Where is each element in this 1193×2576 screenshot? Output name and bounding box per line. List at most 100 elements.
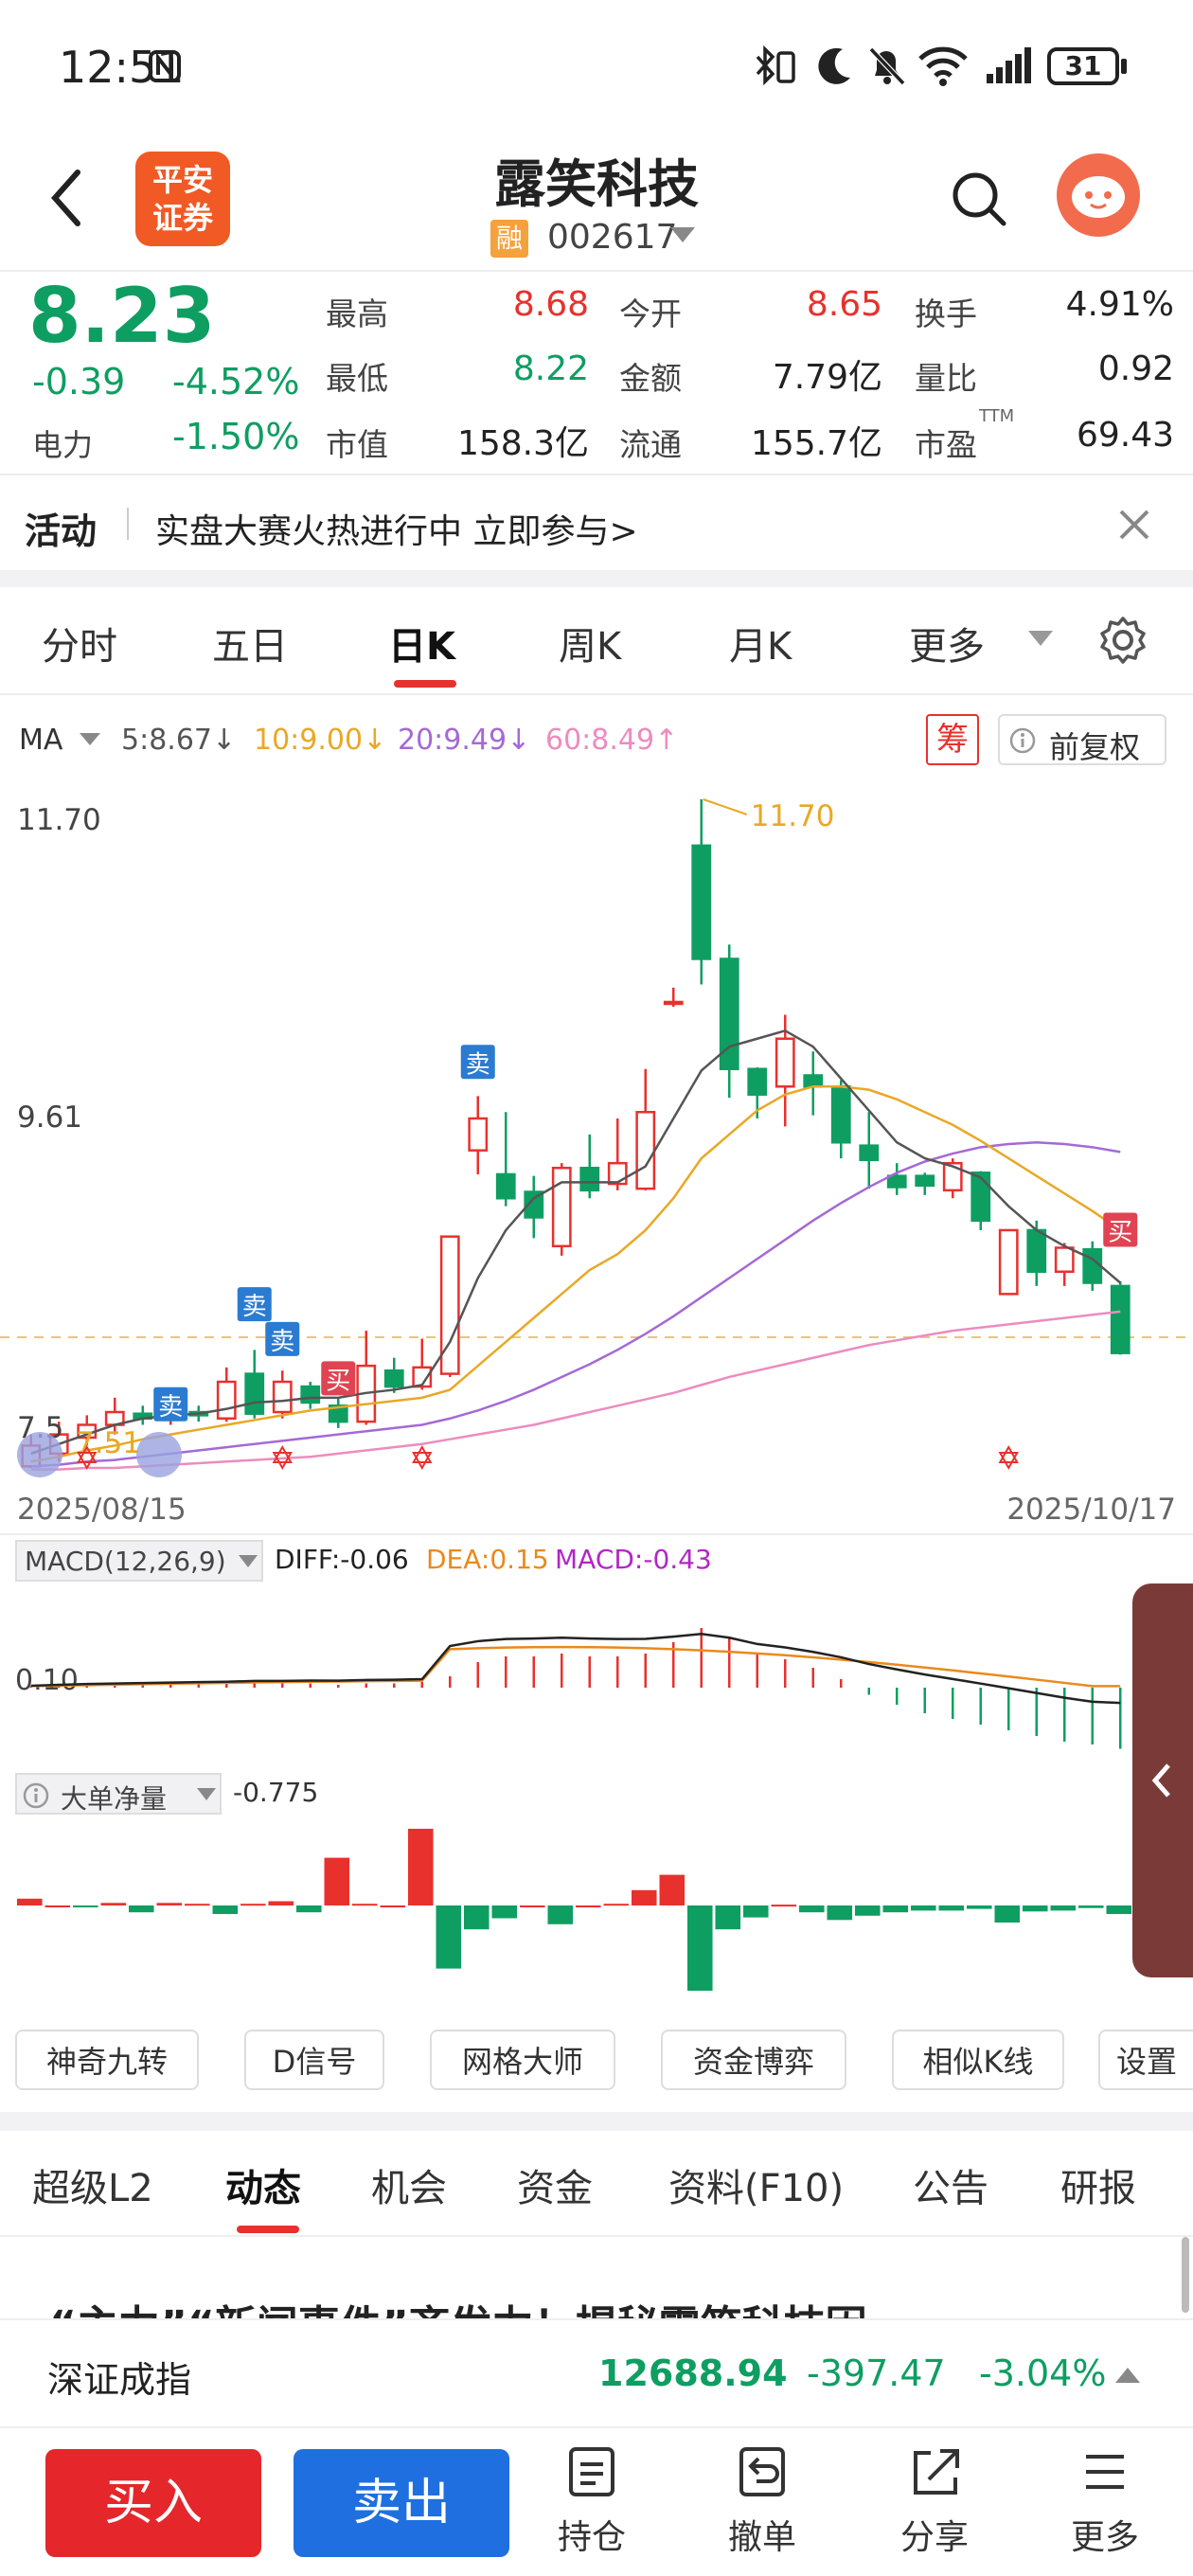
candle-body (970, 1172, 991, 1223)
bottom-tab-indicator (237, 2226, 299, 2233)
expand-up-icon[interactable] (1115, 2368, 1140, 2385)
tab-super-l2[interactable]: 超级L2 (32, 2157, 153, 2212)
tab-opportunity[interactable]: 机会 (371, 2157, 447, 2212)
share-button[interactable]: 分享 (892, 2445, 977, 2559)
ma-title[interactable]: MA (19, 724, 62, 757)
tab-more[interactable]: 更多 (909, 616, 985, 671)
big-order-bar (1106, 1905, 1132, 1914)
sell-button[interactable]: 卖出 (294, 2449, 509, 2557)
scrollbar[interactable] (1182, 2237, 1189, 2313)
cancel-order-button[interactable]: 撤单 (720, 2445, 805, 2559)
chart-zoom-left-button (17, 1432, 62, 1477)
holdings-label: 持仓 (557, 2518, 626, 2557)
index-change: -397.47 (807, 2352, 946, 2394)
more-dropdown-icon[interactable] (1028, 631, 1053, 648)
holdings-button[interactable]: 持仓 (549, 2445, 634, 2559)
candle-body (607, 1161, 628, 1186)
news-preview[interactable]: “主力”“新闻事件”齐发力！揭秘露笑科技因 (0, 2237, 1193, 2318)
turnover-value: 4.91% (1065, 285, 1174, 324)
volratio-label: 量比 (915, 360, 977, 397)
big-order-bar (855, 1905, 881, 1916)
adjust-button[interactable]: 前复权 (998, 714, 1166, 765)
big-order-bar (436, 1905, 462, 1969)
ma-dropdown-icon[interactable] (80, 733, 100, 746)
macd-selector[interactable]: MACD(12,26,9) (15, 1540, 263, 1582)
chip-distribution-button[interactable]: 筹 (926, 714, 979, 765)
tab-minute[interactable]: 分时 (42, 616, 117, 671)
candle-body (244, 1372, 265, 1415)
candle-body (775, 1037, 795, 1088)
tab-announcement[interactable]: 公告 (913, 2157, 988, 2212)
ma20-value: 20:9.49↓ (398, 724, 531, 757)
banner-divider (127, 508, 129, 540)
chart-fullscreen-button (136, 1432, 182, 1477)
trade-signal-sell: 卖 (158, 1393, 183, 1422)
candle-body (803, 1074, 824, 1088)
share-label: 分享 (899, 2518, 969, 2557)
code-dropdown-icon[interactable] (670, 227, 695, 244)
assistant-avatar[interactable] (1057, 153, 1140, 237)
tool-grid-master[interactable]: 网格大师 (430, 2030, 615, 2090)
tab-daily-k[interactable]: 日K (388, 616, 455, 671)
kline-chart[interactable]: 11.709.617.5 7.5111.70卖卖卖买卖买2025/08/15 202… (0, 771, 1193, 1538)
candle-body (1026, 1228, 1047, 1273)
mcap-value: 158.3亿 (456, 424, 589, 463)
tab-capital[interactable]: 资金 (517, 2157, 593, 2212)
wifi-icon (918, 46, 968, 86)
stock-header: 平安 证券 露笑科技 融 002617 (0, 133, 1193, 270)
diff-line (30, 1632, 1121, 1705)
ma-legend: MA 5:8.67↓ 10:9.00↓ 20:9.49↓ 60:8.49↑ 筹 … (0, 708, 1193, 771)
banner-text[interactable]: 实盘大赛火热进行中 立即参与> (155, 504, 638, 553)
tab-five-day[interactable]: 五日 (212, 616, 288, 671)
low-label: 最低 (326, 360, 388, 397)
big-order-bar (268, 1901, 294, 1905)
buy-button[interactable]: 买入 (45, 2449, 261, 2557)
settings-gear-icon[interactable] (1098, 616, 1148, 665)
index-bar[interactable]: 深证成指 12688.94 -397.47 -3.04% (0, 2318, 1193, 2428)
tab-f10[interactable]: 资料(F10) (668, 2157, 844, 2212)
big-order-bar (464, 1905, 490, 1930)
side-panel-handle[interactable] (1132, 1583, 1193, 1977)
big-order-bar (799, 1905, 825, 1913)
big-order-bar (240, 1904, 266, 1906)
tool-settings[interactable]: 设置 (1098, 2030, 1193, 2090)
search-icon[interactable] (951, 170, 1007, 227)
candle-body (1082, 1247, 1103, 1284)
candle-body (1054, 1246, 1075, 1273)
section-gap (0, 2112, 1193, 2131)
more-button[interactable]: 更多 (1062, 2445, 1148, 2559)
nine-turn-marker (998, 1444, 1019, 1471)
tool-similar-k[interactable]: 相似K线 (892, 2030, 1064, 2090)
low-price-marker: 7.51 (76, 1426, 141, 1460)
tool-capital-game[interactable]: 资金博弈 (661, 2030, 846, 2090)
ma60-value: 60:8.49↑ (545, 724, 679, 757)
candle-body (216, 1380, 237, 1421)
tool-magic-nine[interactable]: 神奇九转 (15, 2030, 199, 2090)
tab-research[interactable]: 研报 (1060, 2157, 1136, 2212)
close-icon[interactable] (1117, 508, 1151, 542)
tab-monthly-k[interactable]: 月K (729, 616, 792, 671)
candle-body (551, 1166, 572, 1248)
tab-news-feed[interactable]: 动态 (225, 2157, 301, 2212)
ma60-line (30, 1310, 1121, 1471)
big-order-selector[interactable]: 大单净量 (15, 1773, 222, 1815)
activity-banner[interactable]: 活动 实盘大赛火热进行中 立即参与> (0, 475, 1193, 570)
sector-name[interactable]: 电力 (32, 421, 93, 465)
big-order-bar (45, 1905, 71, 1907)
big-order-bar (156, 1903, 183, 1905)
pe-value: 69.43 (1076, 416, 1174, 455)
candle-body (495, 1172, 516, 1200)
big-order-bar (17, 1898, 43, 1905)
big-order-bar (129, 1905, 154, 1913)
macd-dropdown-icon (239, 1555, 258, 1567)
candle-body (383, 1368, 404, 1388)
date-start-label: 2025/08/15 (17, 1493, 187, 1527)
big-order-bar (547, 1905, 574, 1924)
tab-weekly-k[interactable]: 周K (559, 616, 621, 671)
macd-diff: DIFF:-0.06 (275, 1544, 409, 1575)
turnover-label: 换手 (915, 295, 977, 332)
margin-badge: 融 (490, 220, 528, 258)
tool-d-signal[interactable]: D信号 (244, 2030, 384, 2090)
stock-code[interactable]: 002617 (547, 218, 677, 257)
big-order-value: -0.775 (233, 1777, 319, 1808)
